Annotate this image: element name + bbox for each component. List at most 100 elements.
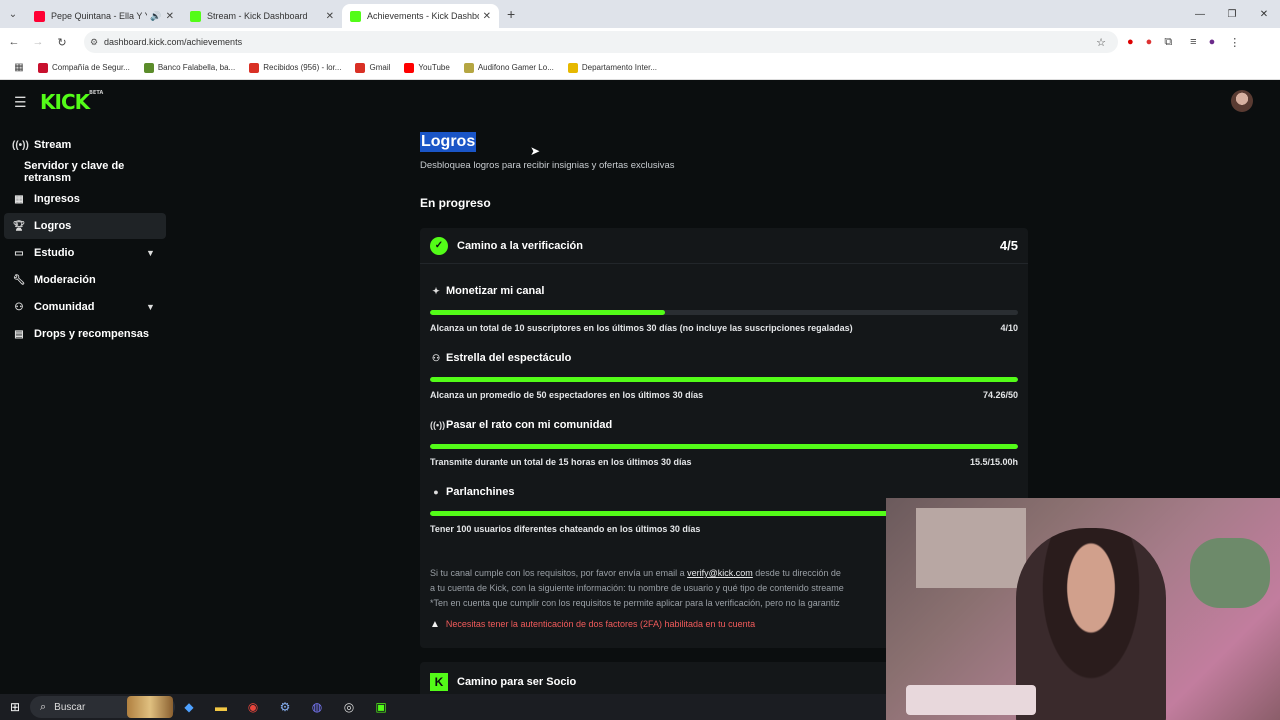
kick-k-icon: K: [430, 673, 448, 691]
sparkle-icon: ✦: [432, 285, 440, 296]
webcam-background-shelf: [916, 508, 1026, 588]
reload-icon[interactable]: ↻: [50, 36, 74, 49]
bookmark-favicon-icon: [38, 62, 48, 73]
minimize-icon[interactable]: —: [1184, 0, 1216, 28]
puzzle-extensions-icon[interactable]: ⧉: [1164, 36, 1172, 49]
card-header[interactable]: ✓ Camino a la verificación 4/5: [420, 228, 1028, 264]
kick-favicon-icon: [350, 10, 361, 22]
verify-email-link[interactable]: verify@kick.com: [687, 568, 753, 578]
sidebar-item-ingresos[interactable]: ▦ Ingresos: [0, 186, 170, 212]
hamburger-menu-icon[interactable]: ☰: [14, 94, 28, 111]
tab-achievements-active[interactable]: Achievements - Kick Dashboard ✕: [342, 4, 499, 28]
steam-icon[interactable]: ⚙: [269, 700, 301, 714]
sidebar-item-moderacion[interactable]: 🔧︎ Moderación: [0, 267, 170, 293]
file-explorer-icon[interactable]: ▬: [205, 700, 237, 714]
progress-bar: [430, 377, 1018, 382]
achievement-value: 74.26/50: [982, 390, 1018, 400]
obs-icon[interactable]: ◎: [333, 700, 365, 714]
address-toolbar: ← → ↻ ⚙ dashboard.kick.com/achievements …: [0, 28, 1280, 56]
bookmark-item[interactable]: Gmail: [355, 62, 390, 73]
bookmark-item[interactable]: Recibidos (956) - lor...: [249, 62, 341, 73]
user-avatar[interactable]: [1231, 90, 1253, 112]
opera-extension-icon[interactable]: ●: [1127, 36, 1134, 48]
kick-logo[interactable]: KICKBETA: [40, 90, 103, 114]
tab-youtube[interactable]: Pepe Quintana - Ella Y Yo Remix 🔊 ✕: [26, 4, 182, 28]
kick-app-icon[interactable]: ▣: [365, 700, 397, 714]
chevron-down-icon[interactable]: ▼: [146, 248, 155, 258]
close-tab-icon[interactable]: ✕: [326, 11, 334, 22]
restore-icon[interactable]: ❐: [1216, 0, 1248, 28]
tab-search-button[interactable]: ⌄: [0, 0, 26, 28]
studio-icon: ▭: [14, 247, 24, 259]
discord-icon[interactable]: ◍: [301, 700, 333, 714]
back-arrow-icon[interactable]: ←: [2, 36, 26, 48]
wrench-icon: 🔧︎: [12, 274, 26, 286]
sidebar-item-server-key[interactable]: Servidor y clave de retransm: [0, 159, 170, 185]
broadcast-icon: ((•)): [12, 139, 29, 151]
window-controls: — ❐ ✕: [1184, 0, 1280, 28]
bookmarks-bar: ▦ Compañía de Segur... Banco Falabella, …: [0, 56, 1280, 80]
tab-title: Stream - Kick Dashboard: [207, 11, 308, 21]
chat-icon: ●: [433, 487, 439, 497]
card-title: Camino a la verificación: [457, 239, 583, 252]
webcam-overlay: [886, 498, 1280, 720]
apps-grid-icon[interactable]: ▦: [0, 62, 38, 73]
browser-tab-bar: ⌄ Pepe Quintana - Ella Y Yo Remix 🔊 ✕ St…: [0, 0, 1280, 28]
sidebar-item-stream[interactable]: ((•)) Stream: [0, 132, 170, 158]
achievement-value: 15.5/15.00h: [969, 457, 1018, 467]
profile-icon[interactable]: ●: [1209, 36, 1216, 48]
youtube-icon: [404, 62, 415, 73]
achievement-desc: Alcanza un promedio de 50 espectadores e…: [430, 390, 704, 400]
wallet-icon: ▦: [14, 193, 24, 205]
menu-dots-icon[interactable]: ⋮: [1229, 36, 1240, 49]
webcam-plush-toy: [1190, 538, 1270, 608]
gmail-icon: [355, 62, 366, 73]
chrome-icon[interactable]: ◉: [237, 700, 269, 714]
bookmark-item[interactable]: Audifono Gamer Lo...: [463, 62, 554, 73]
page-subtitle: Desbloquea logros para recibir insignias…: [420, 160, 675, 171]
sidebar-item-drops[interactable]: ▤ Drops y recompensas: [0, 321, 170, 347]
webcam-streamer: [1016, 528, 1166, 720]
progress-bar: [430, 310, 1018, 315]
adblock-extension-icon[interactable]: ●: [1146, 36, 1153, 48]
gift-icon: ▤: [14, 328, 24, 340]
close-tab-icon[interactable]: ✕: [166, 11, 174, 22]
copilot-icon[interactable]: ◆: [173, 700, 205, 714]
page-title: Logros: [420, 132, 477, 152]
close-tab-icon[interactable]: ✕: [483, 11, 491, 22]
bookmark-item[interactable]: Departamento Inter...: [567, 62, 657, 73]
achievement-monetize: ✦ Monetizar mi canal Alcanza un total de …: [430, 285, 1018, 333]
progress-fill: [430, 444, 1018, 449]
tab-stream-dashboard[interactable]: Stream - Kick Dashboard ✕: [182, 4, 342, 28]
sidebar-nav: ((•)) Stream Servidor y clave de retrans…: [0, 132, 170, 348]
sidebar-item-comunidad[interactable]: ⚇ Comunidad ▼: [0, 294, 170, 320]
bookmark-star-icon[interactable]: ☆: [1096, 36, 1106, 49]
windows-start-icon[interactable]: ⊞: [0, 700, 30, 714]
trophy-icon: 🏆︎: [12, 220, 26, 232]
bookmark-item[interactable]: YouTube: [404, 62, 450, 73]
windows-taskbar: ⊞ ⌕ Buscar ◆ ▬ ◉ ⚙ ◍ ◎ ▣: [0, 694, 886, 720]
search-highlight-art: [127, 696, 173, 718]
achievement-title: Monetizar mi canal: [446, 285, 545, 297]
achievement-star: ⚇ Estrella del espectáculo Alcanza un pro…: [430, 352, 1018, 400]
site-info-icon[interactable]: ⚙: [90, 37, 98, 48]
media-control-icon[interactable]: ≡: [1190, 36, 1196, 48]
extensions-area: ● ● ⧉ ≡ ● ⋮: [1127, 28, 1240, 56]
bookmark-favicon-icon: [143, 62, 154, 73]
url-bar[interactable]: ⚙ dashboard.kick.com/achievements ☆: [84, 31, 1118, 53]
forward-arrow-icon[interactable]: →: [26, 36, 50, 48]
bookmark-item[interactable]: Compañía de Segur...: [38, 62, 130, 73]
viewers-icon: ⚇: [431, 352, 441, 363]
search-icon: ⌕: [40, 700, 47, 713]
bookmark-item[interactable]: Banco Falabella, ba...: [143, 62, 235, 73]
url-text: dashboard.kick.com/achievements: [104, 37, 243, 47]
achievement-value: 4/10: [1000, 323, 1018, 333]
chevron-down-icon[interactable]: ▼: [146, 302, 155, 312]
close-window-icon[interactable]: ✕: [1248, 0, 1280, 28]
sidebar-item-logros[interactable]: 🏆︎ Logros: [4, 213, 166, 239]
tab-title: Achievements - Kick Dashboard: [367, 11, 479, 21]
sidebar-item-estudio[interactable]: ▭ Estudio ▼: [0, 240, 170, 266]
bookmark-favicon-icon: [249, 62, 260, 73]
new-tab-button[interactable]: +: [507, 6, 515, 22]
speaker-icon[interactable]: 🔊: [150, 11, 161, 22]
